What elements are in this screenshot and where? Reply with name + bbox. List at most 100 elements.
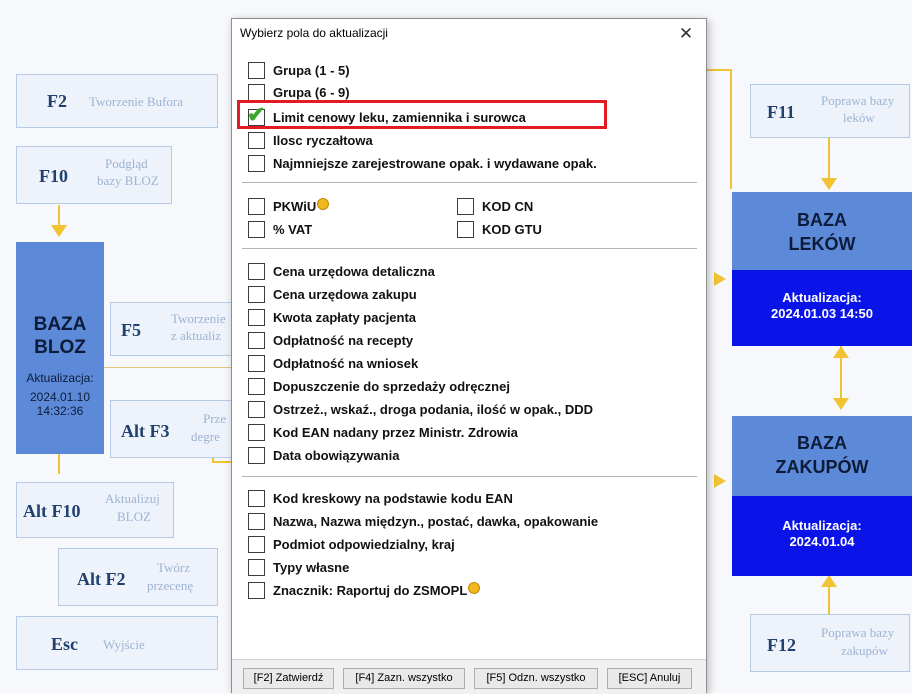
checkbox-label: % VAT (273, 222, 313, 237)
update-label: Aktualizacja: (782, 518, 862, 533)
tile-description: BLOZ (117, 509, 151, 524)
coin-icon (317, 198, 330, 210)
checkbox[interactable] (248, 221, 265, 238)
close-icon[interactable]: ✕ (672, 23, 700, 45)
tile-description: Tworzenie (171, 311, 226, 326)
checkbox-label: Kwota zapłaty pacjenta (273, 310, 417, 325)
tile-description: Podgląd (105, 156, 148, 171)
cancel-button[interactable]: [ESC] Anuluj (607, 668, 692, 689)
panel-title: BLOZ (34, 337, 86, 358)
divider (242, 248, 697, 249)
checkbox[interactable] (248, 424, 265, 441)
checkbox-label: Cena urzędowa detaliczna (273, 264, 435, 279)
tile-description: degre (191, 429, 220, 444)
checkbox[interactable] (248, 447, 265, 464)
checkbox[interactable] (248, 355, 265, 372)
checkbox[interactable] (248, 62, 265, 79)
tile-key: F2 (47, 91, 67, 111)
checkbox-label: Nazwa, Nazwa międzyn., postać, dawka, op… (273, 514, 599, 529)
tile-key: Alt F3 (121, 421, 170, 441)
tile-description: Twórz (157, 560, 191, 575)
select-all-button[interactable]: [F4] Zazn. wszystko (343, 668, 465, 689)
tile-description: Poprawa bazy (821, 93, 895, 108)
confirm-button[interactable]: [F2] Zatwierdź (243, 668, 334, 689)
checkbox-label: KOD GTU (482, 222, 542, 237)
connector-line (58, 452, 60, 474)
checkbox-label: Znacznik: Raportuj do ZSMOPL (273, 582, 481, 598)
checkbox-label: Ilosc ryczałtowa (273, 133, 373, 148)
checkbox-label: Grupa (1 - 5) (273, 63, 350, 78)
checkbox[interactable] (248, 378, 265, 395)
checkbox-label: Odpłatność na recepty (273, 333, 414, 348)
arrow-down-icon (51, 225, 67, 237)
dialog-title: Wybierz pola do aktualizacji (240, 26, 388, 40)
checkbox[interactable] (248, 401, 265, 418)
checkbox[interactable] (248, 132, 265, 149)
panel-title: BAZA (33, 314, 87, 335)
update-datetime: 2024.01.03 14:50 (771, 306, 873, 321)
tile-description: Prze (203, 411, 227, 426)
arrow-right-icon (714, 272, 726, 286)
arrow-down-icon (833, 398, 849, 410)
update-time: 14:32:36 (36, 404, 84, 418)
update-date: 2024.01.04 (789, 534, 855, 549)
checkbox[interactable] (248, 332, 265, 349)
update-label: Aktualizacja: (782, 290, 862, 305)
connector-line (104, 367, 234, 368)
f2-create-buffer-tile[interactable]: F2 Tworzenie Bufora (16, 74, 218, 128)
panel-title: LEKÓW (788, 234, 856, 254)
tile-description: z aktualiz (171, 328, 222, 343)
tile-key: F10 (39, 166, 68, 186)
baza-lekow-update-panel: Aktualizacja: 2024.01.03 14:50 (732, 270, 912, 346)
checkbox[interactable] (248, 536, 265, 553)
checkbox-label: Typy własne (273, 560, 350, 575)
f10-bloz-preview-tile[interactable]: F10 Podgląd bazy BLOZ (16, 146, 172, 204)
f12-fix-purchase-base-tile[interactable]: F12 Poprawa bazy zakupów (750, 614, 910, 672)
coin-icon (468, 582, 481, 594)
connector-line (828, 585, 830, 615)
tile-description: przecenę (147, 578, 194, 593)
tile-description: Aktualizuj (105, 491, 160, 506)
checkbox-label: Data obowiązywania (273, 448, 400, 463)
divider (242, 182, 697, 183)
alt-f10-update-bloz-tile[interactable]: Alt F10 Aktualizuj BLOZ (16, 482, 174, 538)
checkbox-label-text: PKWiU (273, 199, 317, 214)
connector-line (730, 69, 732, 189)
baza-bloz-panel[interactable]: BAZA BLOZ Aktualizacja: 2024.01.10 14:32… (16, 242, 104, 454)
alt-f2-create-discount-tile[interactable]: Alt F2 Twórz przecenę (58, 548, 218, 606)
checkbox-label: Najmniejsze zarejestrowane opak. i wydaw… (273, 156, 597, 171)
panel-title: BAZA (797, 210, 847, 230)
divider (242, 476, 697, 477)
alt-f3-tile[interactable]: Alt F3 Prze degre (110, 400, 234, 458)
panel-title: ZAKUPÓW (775, 457, 869, 477)
f5-create-update-tile[interactable]: F5 Tworzenie z aktualiz (110, 302, 234, 356)
connector-line (58, 205, 60, 227)
arrow-up-icon (821, 575, 837, 587)
checkbox-label: Podmiot odpowiedzialny, kraj (273, 537, 455, 552)
tile-description: Poprawa bazy (821, 625, 895, 640)
esc-exit-tile[interactable]: Esc Wyjście (16, 616, 218, 670)
checkbox[interactable] (248, 513, 265, 530)
f11-fix-drug-base-tile[interactable]: F11 Poprawa bazy leków (750, 84, 910, 138)
checkbox[interactable] (248, 198, 265, 215)
checkbox[interactable] (248, 309, 265, 326)
checkbox[interactable] (457, 198, 474, 215)
checkbox[interactable] (248, 582, 265, 599)
checkbox-label: Dopuszczenie do sprzedaży odręcznej (273, 379, 510, 394)
deselect-all-button[interactable]: [F5] Odzn. wszystko (474, 668, 598, 689)
checkbox[interactable] (248, 286, 265, 303)
dialog-titlebar[interactable]: Wybierz pola do aktualizacji ✕ (232, 19, 706, 49)
tile-key: F5 (121, 320, 141, 340)
baza-zakupow-update-panel: Aktualizacja: 2024.01.04 (732, 496, 912, 576)
connector-line (828, 136, 830, 180)
checkbox[interactable] (248, 490, 265, 507)
checkbox[interactable] (248, 559, 265, 576)
tile-description: leków (843, 110, 875, 125)
checkbox-label-text: Znacznik: Raportuj do ZSMOPL (273, 583, 468, 598)
checkbox[interactable] (248, 263, 265, 280)
checkbox-label: KOD CN (482, 199, 534, 214)
checkbox-label: PKWiU (273, 198, 330, 214)
checkbox[interactable] (457, 221, 474, 238)
checkbox[interactable] (248, 155, 265, 172)
checkbox[interactable] (248, 84, 265, 101)
